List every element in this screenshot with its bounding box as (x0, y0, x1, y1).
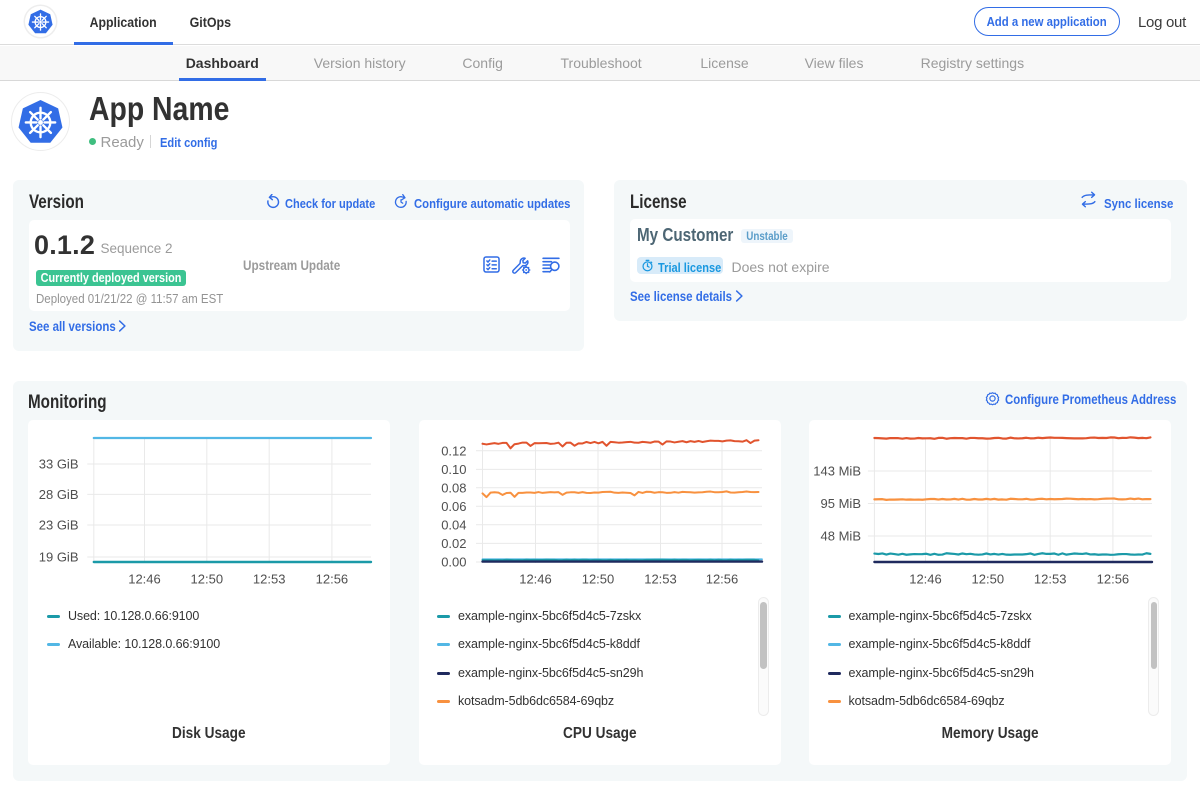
svg-text:12:46: 12:46 (128, 572, 161, 587)
svg-text:0.08: 0.08 (441, 480, 466, 495)
svg-text:12:50: 12:50 (191, 572, 224, 587)
svg-text:48 MiB: 48 MiB (821, 529, 861, 544)
svg-text:23 GiB: 23 GiB (39, 518, 79, 533)
svg-text:95 MiB: 95 MiB (821, 496, 861, 511)
svg-text:0.06: 0.06 (441, 499, 466, 514)
svg-text:12:46: 12:46 (519, 572, 552, 587)
svg-text:12:50: 12:50 (581, 572, 614, 587)
svg-text:0.04: 0.04 (441, 517, 466, 532)
svg-text:28 GiB: 28 GiB (39, 487, 79, 502)
svg-text:12:53: 12:53 (253, 572, 286, 587)
svg-text:19 GiB: 19 GiB (39, 550, 79, 565)
svg-text:0.10: 0.10 (441, 462, 466, 477)
svg-text:12:50: 12:50 (972, 572, 1005, 587)
svg-text:12:53: 12:53 (644, 572, 677, 587)
svg-text:33 GiB: 33 GiB (39, 457, 79, 472)
svg-text:12:53: 12:53 (1034, 572, 1067, 587)
svg-text:0.00: 0.00 (441, 555, 466, 570)
svg-text:12:56: 12:56 (1097, 572, 1130, 587)
svg-text:0.02: 0.02 (441, 536, 466, 551)
svg-text:12:46: 12:46 (909, 572, 942, 587)
svg-text:143 MiB: 143 MiB (813, 464, 861, 479)
svg-text:0.12: 0.12 (441, 443, 466, 458)
svg-text:12:56: 12:56 (316, 572, 349, 587)
svg-text:12:56: 12:56 (705, 572, 738, 587)
